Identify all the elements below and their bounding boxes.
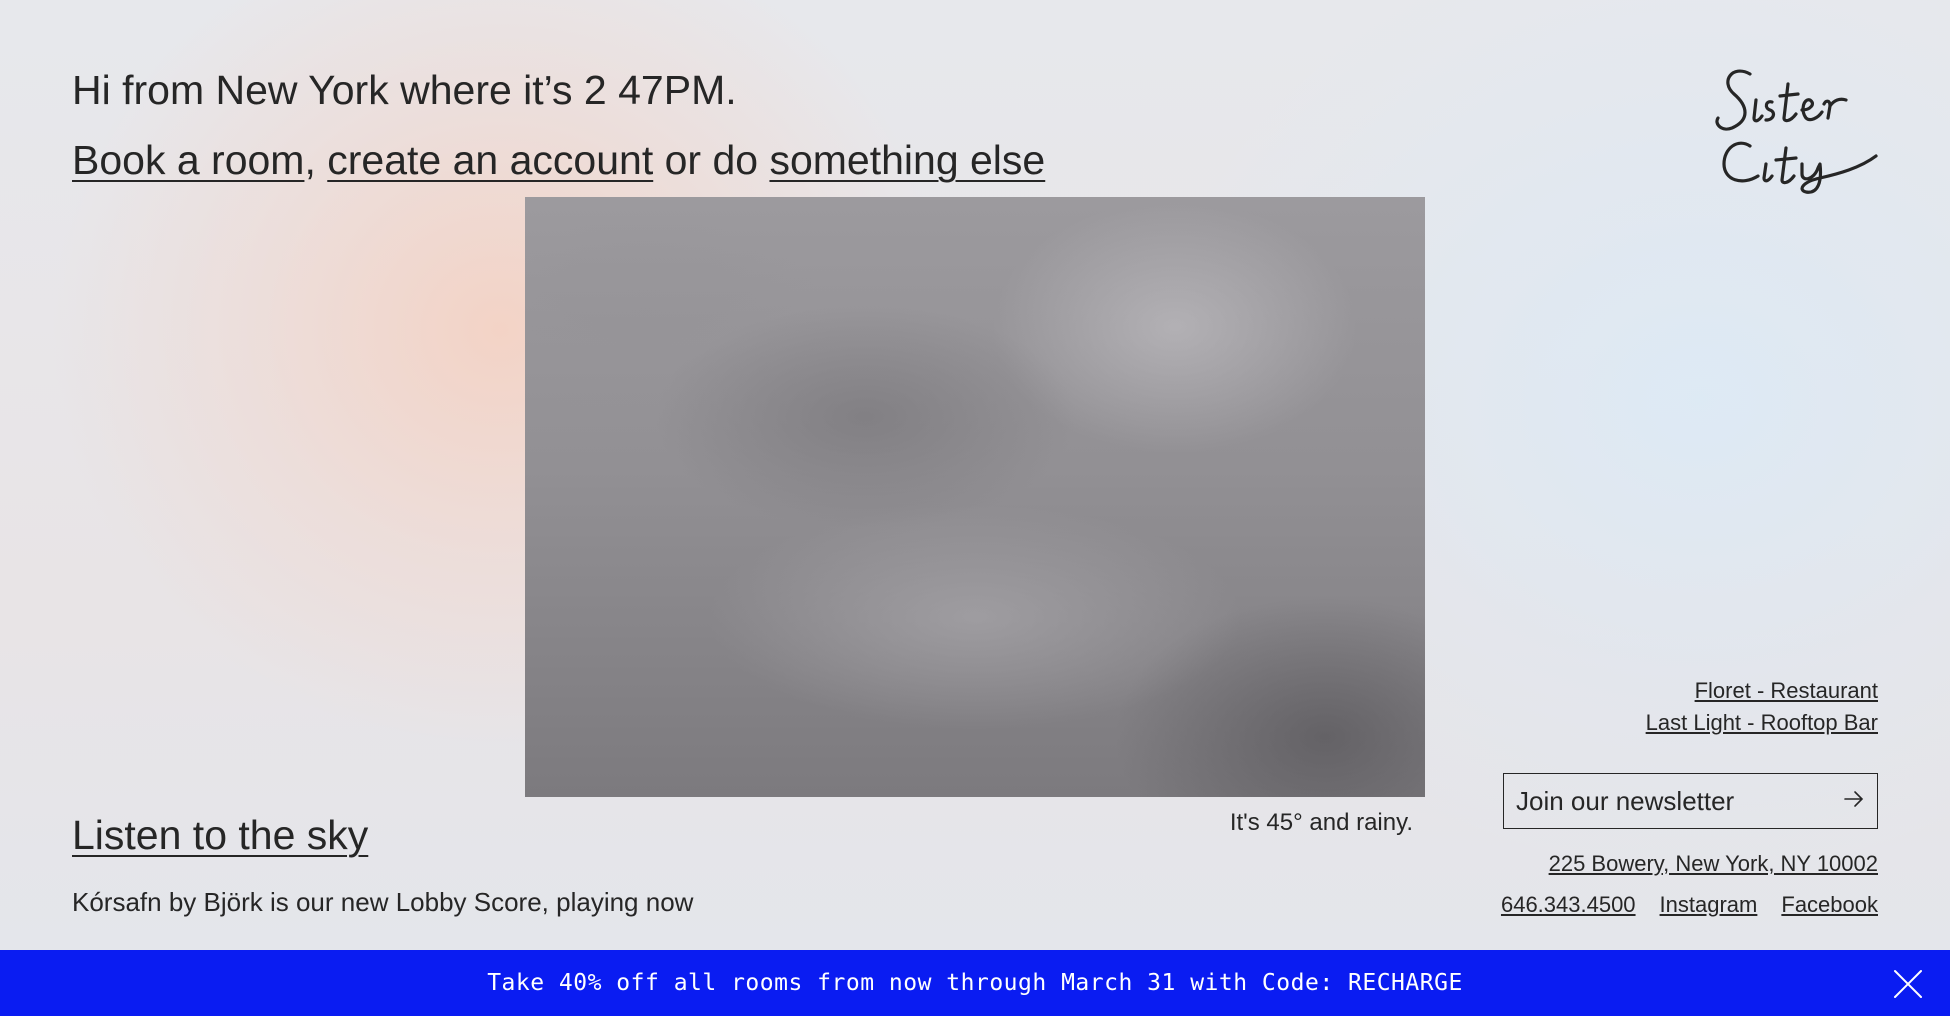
something-else-link[interactable]: something else	[769, 137, 1045, 183]
sky-live-video	[525, 197, 1425, 797]
weather-caption: It's 45° and rainy.	[1229, 809, 1413, 836]
venues-list: Floret - Restaurant Last Light - Rooftop…	[1646, 675, 1878, 739]
promo-text: Take 40% off all rooms from now through …	[487, 970, 1463, 996]
address-link[interactable]: 225 Bowery, New York, NY 10002	[1549, 851, 1878, 877]
close-icon[interactable]	[1892, 968, 1924, 1000]
promo-banner: Take 40% off all rooms from now through …	[0, 950, 1950, 1016]
instagram-link[interactable]: Instagram	[1660, 892, 1758, 918]
book-room-link[interactable]: Book a room	[72, 137, 304, 183]
or-do-text: or do	[653, 137, 770, 183]
greeting-heading: Hi from New York where it’s 2 47PM.	[72, 67, 737, 113]
newsletter-signup-button[interactable]: Join our newsletter	[1503, 773, 1878, 829]
separator-text: ,	[304, 137, 316, 183]
listen-to-sky-link[interactable]: Listen to the sky	[72, 812, 368, 859]
lobby-score-description: Kórsafn by Björk is our new Lobby Score,…	[72, 887, 694, 917]
floret-restaurant-link[interactable]: Floret - Restaurant	[1646, 675, 1878, 707]
sister-city-logo[interactable]	[1710, 64, 1880, 194]
contact-links: 646.343.4500 Instagram Facebook	[1501, 892, 1878, 918]
create-account-link[interactable]: create an account	[327, 137, 653, 183]
primary-actions: Book a room, create an account or do som…	[72, 136, 1045, 185]
last-light-rooftop-bar-link[interactable]: Last Light - Rooftop Bar	[1646, 707, 1878, 739]
phone-link[interactable]: 646.343.4500	[1501, 892, 1636, 918]
newsletter-label: Join our newsletter	[1516, 785, 1735, 816]
arrow-right-icon	[1843, 788, 1865, 815]
facebook-link[interactable]: Facebook	[1781, 892, 1878, 918]
